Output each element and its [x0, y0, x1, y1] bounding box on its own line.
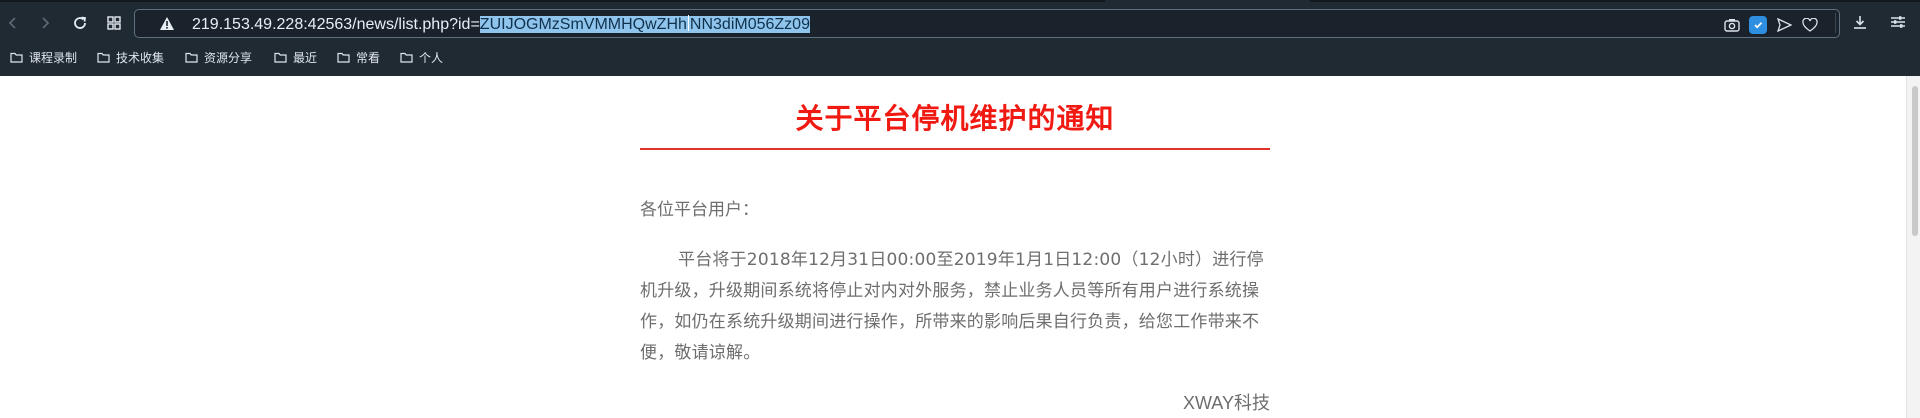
scrollbar-thumb[interactable]: [1912, 86, 1918, 236]
folder-icon: [400, 52, 413, 63]
bookmark-label: 技术收集: [116, 50, 165, 65]
chevron-left-icon: [8, 17, 16, 29]
bookmark-label: 最近: [293, 50, 318, 65]
notice-greeting: 各位平台用户：: [640, 200, 759, 220]
shield-check-icon: [1754, 22, 1763, 29]
downloads-button[interactable]: [1848, 10, 1872, 34]
camera-icon: [1724, 19, 1740, 32]
folder-icon: [337, 52, 350, 63]
bookmark-label: 常看: [356, 50, 381, 65]
url-plain: 219.153.49.228:42563/news/list.php?id=: [192, 16, 480, 33]
bookmark-folder-5[interactable]: 常看: [337, 46, 380, 68]
security-shield-button[interactable]: [1749, 16, 1767, 34]
url-selected: ZUIJOGMzSmVMMHQwZHh NN3diM056Zz09: [479, 15, 810, 33]
title-divider: [640, 148, 1270, 150]
url-selected-part-1: ZUIJOGMzSmVMMHQwZHh: [479, 16, 687, 33]
bookmark-folder-4[interactable]: 最近: [274, 46, 317, 68]
send-icon: [1776, 18, 1792, 32]
bookmark-label: 课程录制: [29, 50, 78, 65]
tab-grid-button[interactable]: [101, 10, 127, 36]
folder-icon: [10, 52, 23, 63]
toolbar-separator: [1835, 13, 1836, 33]
url-selected-part-2: NN3diM056Zz09: [689, 16, 810, 33]
forward-button[interactable]: [32, 10, 58, 36]
page-scrollbar[interactable]: [1906, 76, 1920, 418]
grid-icon: [107, 16, 121, 30]
folder-icon: [274, 52, 287, 63]
favorite-button[interactable]: [1801, 16, 1819, 34]
screenshot-button[interactable]: [1723, 16, 1741, 34]
bookmark-label: 资源分享: [204, 50, 253, 65]
reload-icon: [74, 16, 87, 29]
browser-chrome: 219.153.49.228:42563/news/list.php?id=ZU…: [0, 0, 1920, 76]
url-text[interactable]: 219.153.49.228:42563/news/list.php?id=ZU…: [192, 15, 810, 34]
warning-icon[interactable]: [159, 16, 175, 31]
tab-strip-edge-right: [1310, 0, 1920, 2]
address-bar[interactable]: 219.153.49.228:42563/news/list.php?id=ZU…: [134, 9, 1840, 38]
back-button[interactable]: [0, 10, 26, 36]
send-button[interactable]: [1775, 16, 1793, 34]
folder-icon: [97, 52, 110, 63]
download-icon: [1854, 16, 1866, 29]
bookmark-folder-3[interactable]: 资源分享: [185, 46, 252, 68]
text-caret: [687, 15, 689, 31]
folder-icon: [185, 52, 198, 63]
notice-title: 关于平台停机维护的通知: [795, 102, 1115, 135]
settings-sliders-button[interactable]: [1886, 10, 1910, 34]
notice-signature: XWAY科技: [1182, 393, 1270, 413]
heart-icon: [1802, 18, 1818, 32]
bookmark-folder-2[interactable]: 技术收集: [97, 46, 164, 68]
sliders-icon: [1891, 16, 1905, 28]
bookmark-folder-1[interactable]: 课程录制: [10, 46, 77, 68]
notice-body: 平台将于2018年12月31日00:00至2019年1月1日12:00（12小时…: [640, 250, 1264, 363]
chevron-right-icon: [42, 17, 50, 29]
bookmark-folder-6[interactable]: 个人: [400, 46, 443, 68]
tab-strip-edge: [0, 0, 1105, 2]
reload-button[interactable]: [67, 10, 93, 36]
bookmark-label: 个人: [419, 50, 444, 65]
